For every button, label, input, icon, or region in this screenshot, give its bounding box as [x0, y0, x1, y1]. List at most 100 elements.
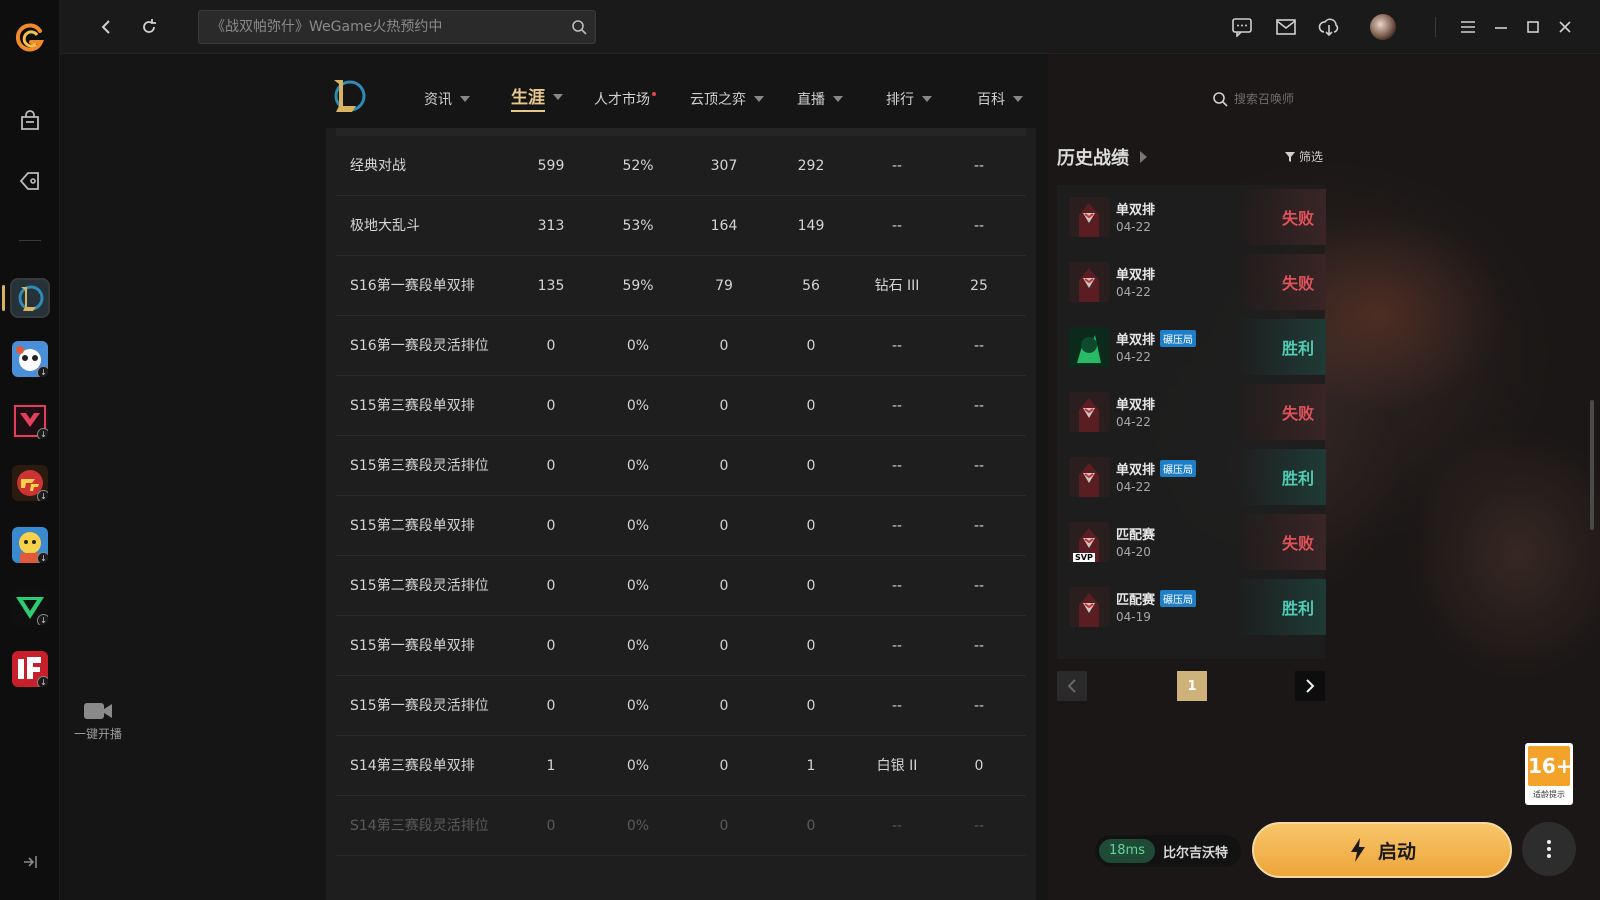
- close-icon[interactable]: [1553, 15, 1577, 39]
- table-row[interactable]: 经典对战 599 52% 307 292 -- --: [336, 136, 1026, 196]
- stat-cell: 0: [719, 758, 729, 774]
- stat-cell: --: [973, 518, 985, 534]
- table-row[interactable]: S15第三赛段单双排 0 0% 0 0 -- --: [336, 376, 1026, 436]
- match-mode: 单双排: [1116, 394, 1155, 413]
- refresh-icon[interactable]: [137, 15, 161, 39]
- chevron-right-icon[interactable]: [1140, 151, 1147, 163]
- nav-news[interactable]: 资讯: [424, 88, 470, 110]
- table-row[interactable]: S15第二赛段单双排 0 0% 0 0 -- --: [336, 496, 1026, 556]
- match-mode-label: 匹配赛: [1116, 593, 1156, 608]
- table-header-strip: [336, 128, 1026, 136]
- age-rating-badge[interactable]: 16+ 适龄提示: [1525, 743, 1573, 805]
- match-result: 失败: [1240, 514, 1326, 570]
- stat-cell: 52%: [622, 158, 654, 174]
- age-rating-label: 适龄提示: [1533, 790, 1565, 799]
- game-panda-icon[interactable]: ↓: [12, 341, 48, 377]
- game-crossfire-icon[interactable]: ↓: [12, 465, 48, 501]
- back-icon[interactable]: [94, 15, 118, 39]
- match-item[interactable]: 单双排 04-22 失败: [1069, 250, 1326, 310]
- history-title[interactable]: 历史战绩: [1057, 144, 1129, 170]
- stat-cell: --: [891, 638, 903, 654]
- server-name: 比尔吉沃特: [1162, 845, 1228, 861]
- nav-ranking[interactable]: 排行: [886, 88, 932, 110]
- game-lol-icon[interactable]: [12, 280, 48, 316]
- table-row[interactable]: S16第一赛段灵活排位 0 0% 0 0 -- --: [336, 316, 1026, 376]
- game-v-icon[interactable]: ↓: [12, 589, 48, 625]
- server-selector[interactable]: 18ms 比尔吉沃特: [1095, 835, 1241, 867]
- nav-talent-market[interactable]: 人才市场: [594, 88, 656, 110]
- minimize-icon[interactable]: [1489, 15, 1513, 39]
- match-item[interactable]: 单双排 碾压局 04-22 胜利: [1069, 445, 1326, 505]
- match-item[interactable]: SVP 匹配赛 04-20 失败: [1069, 510, 1326, 570]
- mode-name-cell: S15第一赛段灵活排位: [350, 698, 489, 714]
- table-row[interactable]: S15第二赛段灵活排位 0 0% 0 0 -- --: [336, 556, 1026, 616]
- launch-button[interactable]: 启动: [1252, 822, 1512, 878]
- maximize-icon[interactable]: [1521, 15, 1545, 39]
- stat-cell: 0%: [626, 638, 650, 654]
- chat-icon[interactable]: [1230, 15, 1254, 39]
- download-badge-icon: ↓: [37, 614, 48, 625]
- game-cartoon-icon[interactable]: ↓: [12, 527, 48, 563]
- match-date: 04-22: [1116, 415, 1151, 429]
- match-mode-label: 单双排: [1116, 333, 1156, 348]
- stat-cell: 0: [719, 638, 729, 654]
- table-row[interactable]: S16第一赛段单双排 135 59% 79 56 钻石 III 25: [336, 256, 1026, 316]
- topbar-divider: [1435, 17, 1436, 37]
- summoner-search-input[interactable]: [1234, 92, 1344, 106]
- user-avatar[interactable]: [1370, 14, 1396, 40]
- stat-cell: 钻石 III: [874, 278, 920, 294]
- expand-sidebar-icon[interactable]: [20, 853, 40, 871]
- table-row[interactable]: S15第三赛段灵活排位 0 0% 0 0 -- --: [336, 436, 1026, 496]
- match-item[interactable]: 单双排 04-22 失败: [1069, 185, 1326, 245]
- stat-cell: 59%: [622, 278, 654, 294]
- global-search-input[interactable]: [211, 11, 551, 43]
- scrollbar[interactable]: [1590, 400, 1594, 530]
- stat-cell: --: [973, 578, 985, 594]
- match-mode-label: 单双排: [1116, 398, 1156, 413]
- mode-name-cell: S15第三赛段单双排: [350, 398, 475, 414]
- stat-cell: --: [973, 398, 985, 414]
- nav-live[interactable]: 直播: [797, 88, 843, 110]
- game-ni-icon[interactable]: ↓: [12, 651, 48, 687]
- stat-cell: --: [973, 458, 985, 474]
- table-row[interactable]: S14第三赛段单双排 1 0% 0 1 白银 II 0: [336, 736, 1026, 796]
- filter-button[interactable]: 筛选: [1284, 148, 1323, 165]
- table-fade: [326, 840, 1036, 900]
- match-result: 失败: [1240, 254, 1326, 310]
- table-row[interactable]: 极地大乱斗 313 53% 164 149 -- --: [336, 196, 1026, 256]
- search-icon[interactable]: [571, 19, 587, 39]
- wegame-logo-icon[interactable]: [14, 22, 46, 54]
- search-icon[interactable]: [1212, 91, 1228, 107]
- global-search: [198, 10, 596, 44]
- table-row[interactable]: S15第一赛段灵活排位 0 0% 0 0 -- --: [336, 676, 1026, 736]
- chevron-down-icon: [833, 96, 843, 102]
- more-options-button[interactable]: [1522, 822, 1576, 876]
- match-mode-label: 匹配赛: [1116, 528, 1156, 543]
- match-result: 胜利: [1240, 579, 1326, 635]
- store-bag-icon[interactable]: [17, 108, 43, 134]
- match-item[interactable]: 匹配赛 碾压局 04-19 胜利: [1069, 575, 1326, 635]
- nav-career[interactable]: 生涯: [511, 86, 563, 112]
- next-page-button[interactable]: [1295, 671, 1325, 701]
- one-click-live-button[interactable]: 一键开播: [70, 700, 126, 742]
- top-bar: [60, 0, 1600, 54]
- match-item[interactable]: 单双排 碾压局 04-22 胜利: [1069, 315, 1326, 375]
- prev-page-button[interactable]: [1057, 671, 1087, 701]
- match-item[interactable]: 单双排 04-22 失败: [1069, 380, 1326, 440]
- download-badge-icon: ↓: [37, 366, 48, 377]
- download-manager-icon[interactable]: [1317, 15, 1341, 39]
- lol-logo-icon[interactable]: [330, 76, 366, 116]
- page-number-button[interactable]: 1: [1177, 671, 1207, 701]
- chevron-right-icon: [1306, 679, 1315, 693]
- match-mode: 单双排 碾压局: [1116, 329, 1197, 348]
- table-row[interactable]: S15第一赛段单双排 0 0% 0 0 -- --: [336, 616, 1026, 676]
- game-valorant-icon[interactable]: ↓: [12, 403, 48, 439]
- mail-icon[interactable]: [1274, 15, 1298, 39]
- stat-cell: --: [973, 638, 985, 654]
- match-mode: 匹配赛 碾压局: [1116, 589, 1197, 608]
- nav-tft[interactable]: 云顶之弈: [690, 88, 764, 110]
- nav-wiki[interactable]: 百科: [977, 88, 1023, 110]
- menu-icon[interactable]: [1456, 15, 1480, 39]
- stat-cell: --: [891, 398, 903, 414]
- tag-icon[interactable]: [17, 168, 43, 194]
